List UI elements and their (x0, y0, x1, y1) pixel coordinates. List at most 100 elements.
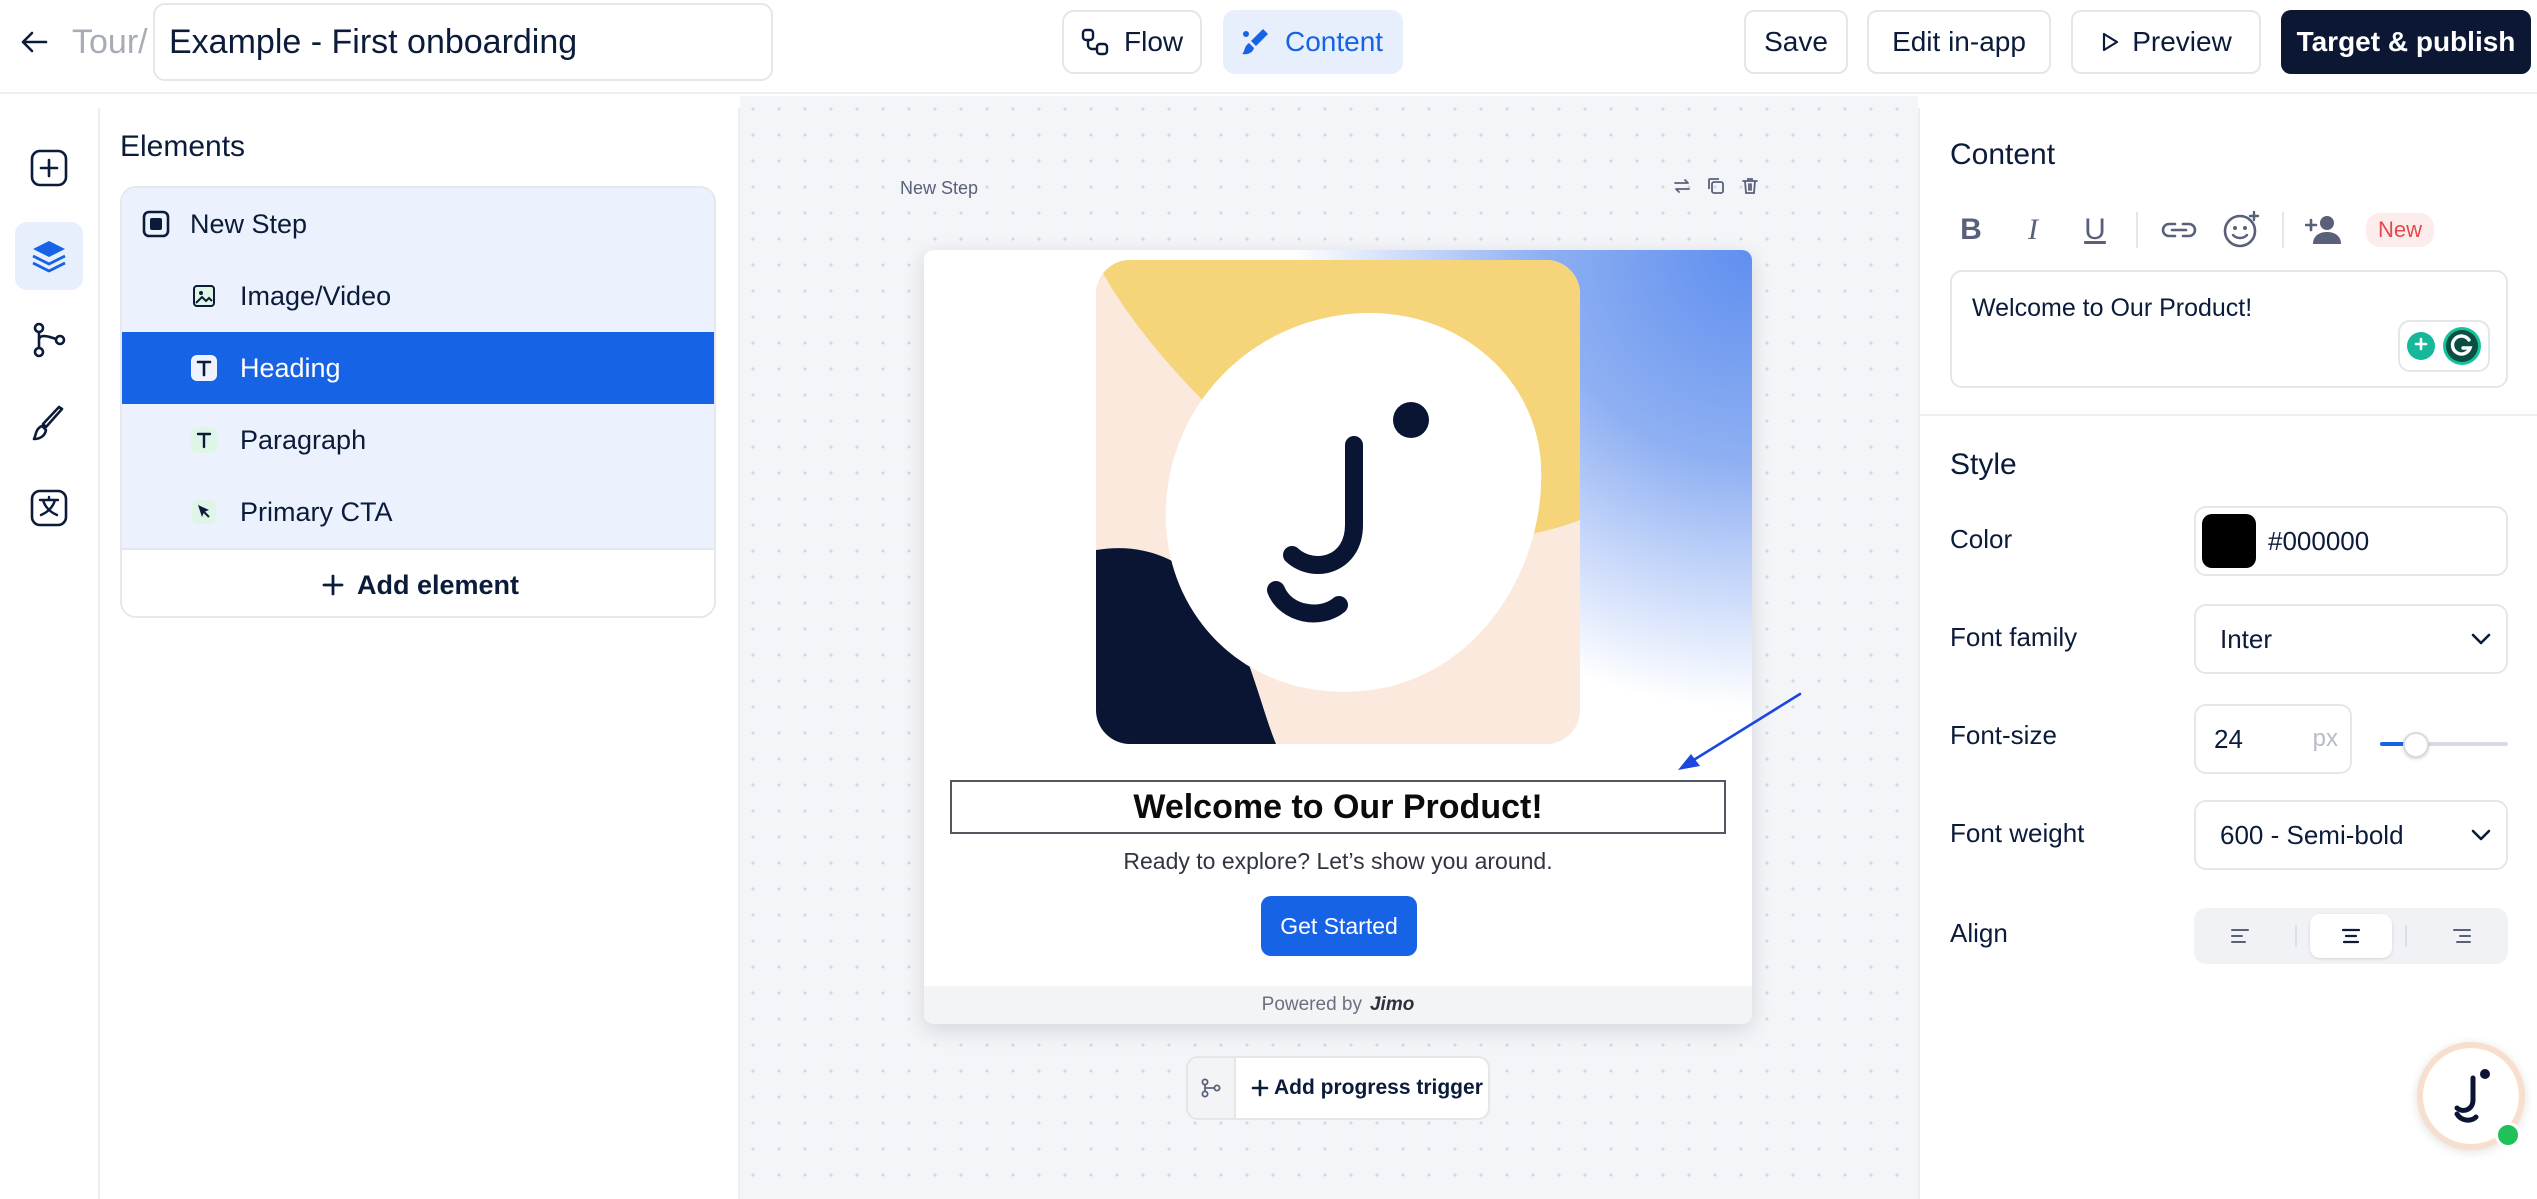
tour-title-input[interactable] (153, 3, 773, 81)
back-arrow-icon[interactable] (14, 22, 54, 62)
tab-content[interactable]: Content (1223, 10, 1403, 74)
tree-item-paragraph[interactable]: Paragraph (122, 404, 714, 476)
rail-add-button[interactable] (15, 134, 83, 202)
target-publish-button[interactable]: Target & publish (2281, 10, 2531, 74)
rail-branch-button[interactable] (15, 306, 83, 374)
jimo-logo: Jimo (1369, 994, 1415, 1015)
content-text-value: Welcome to Our Product! (1972, 294, 2253, 322)
tree-item-label: New Step (190, 208, 308, 239)
font-weight-label: Font weight (1950, 818, 2085, 848)
font-family-select[interactable]: Inter (2194, 604, 2508, 674)
font-size-slider[interactable] (2380, 732, 2508, 758)
italic-icon[interactable]: I (2012, 209, 2054, 251)
layers-icon (32, 241, 66, 273)
breadcrumb[interactable]: Tour/ (72, 20, 148, 64)
image-icon (190, 282, 218, 310)
rail-style-button[interactable] (15, 390, 83, 458)
align-divider (2295, 925, 2298, 947)
align-label: Align (1950, 918, 2008, 948)
link-icon[interactable] (2158, 209, 2200, 251)
powered-by-footer: Powered by Jimo (924, 986, 1752, 1024)
toolbar-divider (2136, 212, 2138, 248)
align-right-button[interactable] (2420, 914, 2502, 958)
emoji-icon[interactable] (2220, 209, 2262, 251)
content-text-editor[interactable]: Welcome to Our Product! (1950, 270, 2508, 388)
step-toolbar (1672, 176, 1760, 196)
tree-item-label: Paragraph (240, 424, 367, 455)
new-badge: New (2366, 213, 2435, 247)
save-button[interactable]: Save (1744, 10, 1848, 74)
add-user-icon[interactable] (2304, 209, 2346, 251)
color-label: Color (1950, 524, 2013, 554)
step-icon (142, 210, 170, 238)
section-divider (1920, 414, 2537, 416)
elements-panel: Elements New Step Image/Video Heading Pa… (100, 108, 740, 1199)
slider-thumb[interactable] (2402, 732, 2429, 758)
grammarly-icon (2443, 327, 2481, 365)
trash-icon[interactable] (1740, 176, 1760, 196)
font-weight-value: 600 - Semi-bold (2220, 819, 2404, 850)
color-hex-value: #000000 (2268, 525, 2370, 556)
style-section-title: Style (1950, 448, 2017, 481)
add-progress-trigger-label: Add progress trigger (1274, 1076, 1483, 1099)
chevron-down-icon (2456, 828, 2506, 842)
toolbar-divider (2282, 212, 2284, 248)
rail-translate-button[interactable] (15, 474, 83, 542)
bold-icon[interactable]: B (1950, 209, 1992, 251)
editor-canvas: New Step Welcome to Our Product! Ready t… (740, 96, 1918, 1199)
translate-icon (30, 489, 68, 527)
tree-item-new-step[interactable]: New Step (122, 188, 714, 260)
paintbrush-icon (32, 405, 64, 441)
element-tree: New Step Image/Video Heading Paragraph P… (120, 186, 716, 618)
tree-item-image-video[interactable]: Image/Video (122, 260, 714, 332)
add-element-label: Add element (356, 569, 520, 600)
font-weight-select[interactable]: 600 - Semi-bold (2194, 800, 2508, 870)
edit-in-app-button[interactable]: Edit in-app (1867, 10, 2051, 74)
color-field[interactable]: #000000 (2194, 506, 2508, 576)
get-started-button[interactable]: Get Started (1261, 896, 1417, 956)
rail-layers-button[interactable] (15, 222, 83, 290)
tree-item-primary-cta[interactable]: Primary CTA (122, 476, 714, 548)
duplicate-icon[interactable] (1706, 176, 1726, 196)
align-right-icon (2452, 929, 2471, 943)
add-element-button[interactable]: Add element (122, 548, 714, 616)
flow-icon (1081, 28, 1109, 56)
grammarly-widget[interactable] (2398, 320, 2490, 372)
tree-item-label: Heading (240, 352, 341, 383)
font-size-input[interactable]: 24 px (2194, 704, 2352, 774)
text-icon (190, 426, 218, 454)
content-section-title: Content (1950, 138, 2056, 171)
online-status-dot (2495, 1122, 2521, 1148)
plus-icon (1251, 1079, 1269, 1097)
underline-icon[interactable]: U (2074, 209, 2116, 251)
preview-button[interactable]: Preview (2071, 10, 2261, 74)
tree-item-heading[interactable]: Heading (122, 332, 714, 404)
font-size-unit: px (2312, 725, 2338, 752)
add-progress-trigger-button[interactable]: Add progress trigger (1186, 1056, 1490, 1120)
align-left-icon (2231, 929, 2250, 943)
powered-by-label: Powered by (1261, 994, 1362, 1015)
lightbulb-icon (2407, 332, 2435, 360)
font-family-value: Inter (2220, 623, 2273, 654)
mascot-illustration (1096, 260, 1580, 744)
align-center-button[interactable] (2309, 914, 2392, 958)
preview-label: Preview (2132, 26, 2232, 57)
font-size-value: 24 (2214, 723, 2243, 754)
top-bar: Tour/ Flow Content Save Edit in-app Prev… (0, 0, 2537, 94)
tab-flow[interactable]: Flow (1062, 10, 1202, 74)
tab-content-label: Content (1285, 26, 1384, 57)
elements-panel-title: Elements (120, 130, 246, 163)
swap-icon[interactable] (1672, 176, 1692, 196)
text-icon (190, 354, 218, 382)
left-icon-rail (0, 108, 100, 1199)
tree-item-label: Image/Video (240, 280, 392, 311)
align-left-button[interactable] (2200, 914, 2282, 958)
step-paragraph[interactable]: Ready to explore? Let’s show you around. (924, 848, 1752, 875)
hero-image[interactable] (1096, 260, 1580, 744)
chevron-down-icon (2456, 632, 2506, 646)
play-icon (2103, 32, 2119, 52)
font-family-label: Font family (1950, 622, 2078, 652)
plus-icon (322, 574, 344, 596)
step-heading[interactable]: Welcome to Our Product! (950, 780, 1726, 834)
color-swatch[interactable] (2202, 514, 2256, 568)
